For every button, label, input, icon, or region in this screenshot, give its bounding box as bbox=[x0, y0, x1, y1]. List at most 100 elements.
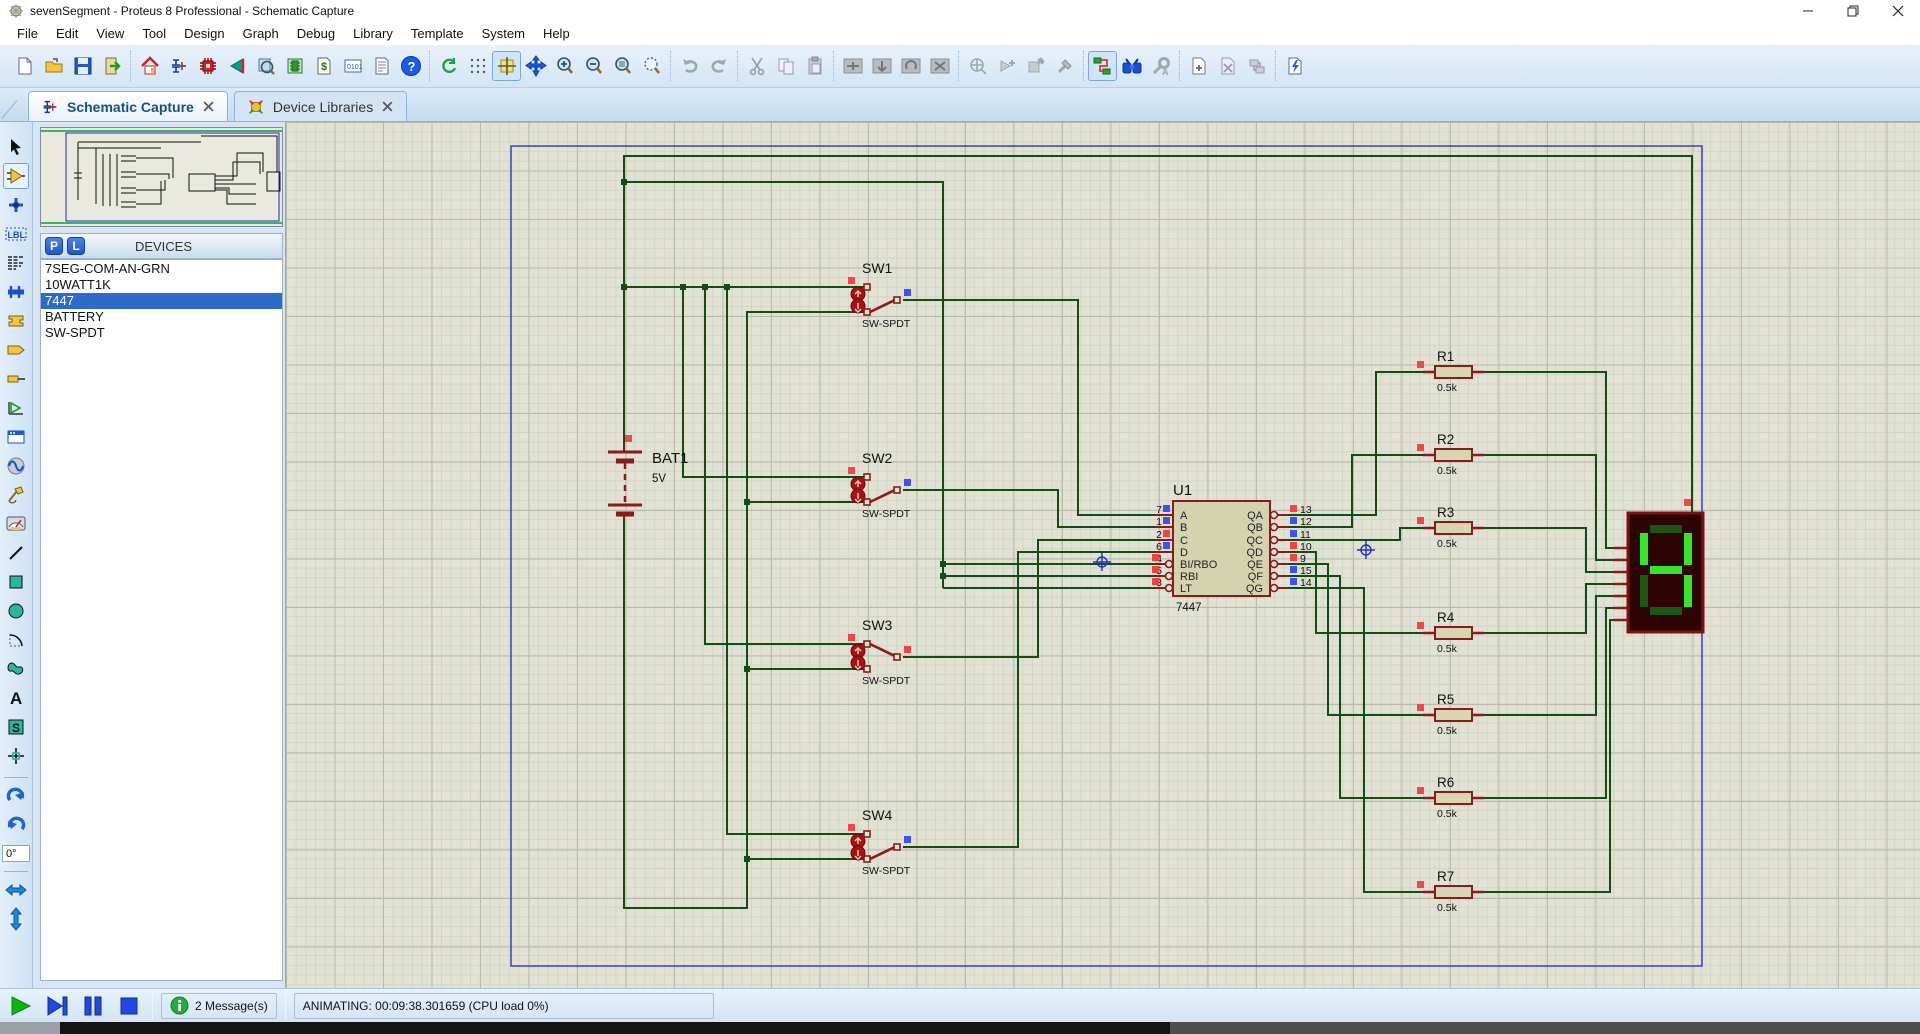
resistor-r4[interactable]: R4 0.5k bbox=[1417, 610, 1484, 655]
menu-help[interactable]: Help bbox=[534, 23, 579, 44]
exchange-sheet-icon[interactable] bbox=[1242, 51, 1271, 81]
switch-sw3[interactable]: SW3 SW-SPDT bbox=[848, 617, 911, 687]
gerber-viewer-icon[interactable] bbox=[251, 51, 280, 81]
remove-sheet-icon[interactable] bbox=[1213, 51, 1242, 81]
restore-button[interactable] bbox=[1830, 0, 1875, 22]
2d-line-mode-icon[interactable] bbox=[3, 540, 29, 566]
resistor-r7[interactable]: R7 0.5k bbox=[1417, 869, 1484, 914]
device-list-item[interactable]: 7SEG-COM-AN-GRN bbox=[41, 261, 282, 277]
decompose-icon[interactable] bbox=[1050, 51, 1079, 81]
tab-close-icon[interactable] bbox=[202, 100, 215, 113]
2d-symbol-mode-icon[interactable]: S bbox=[3, 714, 29, 740]
zoom-out-icon[interactable] bbox=[579, 51, 608, 81]
library-manager-button[interactable]: L bbox=[67, 237, 85, 255]
schematic-capture-icon[interactable] bbox=[164, 51, 193, 81]
graph-mode-icon[interactable] bbox=[3, 395, 29, 421]
resistor-r6[interactable]: R6 0.5k bbox=[1417, 775, 1484, 820]
search-tag-icon[interactable] bbox=[1117, 51, 1146, 81]
menu-graph[interactable]: Graph bbox=[234, 23, 288, 44]
menu-tool[interactable]: Tool bbox=[133, 23, 175, 44]
block-delete-icon[interactable] bbox=[925, 51, 954, 81]
component-mode-icon[interactable] bbox=[3, 163, 29, 189]
open-project-icon[interactable] bbox=[39, 51, 68, 81]
device-list-item[interactable]: SW-SPDT bbox=[41, 325, 282, 341]
generator-mode-icon[interactable] bbox=[3, 453, 29, 479]
pick-device-button[interactable]: P bbox=[45, 237, 63, 255]
stop-button[interactable] bbox=[114, 993, 144, 1019]
switch-sw4[interactable]: SW4 SW-SPDT bbox=[848, 807, 911, 877]
tab-close-icon[interactable] bbox=[381, 100, 394, 113]
pan-icon[interactable] bbox=[521, 51, 550, 81]
origin-icon[interactable] bbox=[492, 51, 521, 81]
play-button[interactable] bbox=[6, 993, 36, 1019]
terminal-mode-icon[interactable] bbox=[3, 337, 29, 363]
2d-text-mode-icon[interactable]: A bbox=[3, 685, 29, 711]
save-project-icon[interactable] bbox=[68, 51, 97, 81]
resistor-r3[interactable]: R3 0.5k bbox=[1417, 505, 1484, 550]
tab-device-libraries[interactable]: Device Libraries bbox=[234, 91, 407, 121]
help-icon[interactable]: ? bbox=[396, 51, 425, 81]
battery-bat1[interactable]: BAT1 5V bbox=[608, 435, 688, 520]
device-list-item[interactable]: BATTERY bbox=[41, 309, 282, 325]
overview-minimap[interactable] bbox=[40, 127, 283, 227]
resistor-r5[interactable]: R5 0.5k bbox=[1417, 692, 1484, 737]
menu-edit[interactable]: Edit bbox=[47, 23, 87, 44]
undo-icon[interactable] bbox=[675, 51, 704, 81]
zoom-area-icon[interactable] bbox=[608, 51, 637, 81]
selection-mode-icon[interactable] bbox=[3, 134, 29, 160]
block-copy-icon[interactable] bbox=[838, 51, 867, 81]
block-move-icon[interactable] bbox=[867, 51, 896, 81]
rotate-ccw-icon[interactable] bbox=[3, 812, 29, 838]
source-code-icon[interactable]: 0101 bbox=[338, 51, 367, 81]
make-device-icon[interactable] bbox=[992, 51, 1021, 81]
bill-of-materials-icon[interactable]: $ bbox=[309, 51, 338, 81]
resistor-r1[interactable]: R1 0.5k bbox=[1417, 349, 1484, 394]
home-icon[interactable] bbox=[135, 51, 164, 81]
electrical-rule-check-icon[interactable] bbox=[1280, 51, 1309, 81]
rotation-angle-input[interactable] bbox=[2, 845, 30, 862]
voltage-probe-mode-icon[interactable] bbox=[3, 482, 29, 508]
new-file-icon[interactable] bbox=[10, 51, 39, 81]
current-probe-mode-icon[interactable] bbox=[3, 511, 29, 537]
device-list-item[interactable]: 10WATT1K bbox=[41, 277, 282, 293]
switch-sw2[interactable]: SW2 SW-SPDT bbox=[848, 450, 911, 520]
tab-schematic-capture[interactable]: Schematic Capture bbox=[28, 91, 228, 121]
ic-u1-7447[interactable]: U1 7447 A bbox=[1152, 482, 1312, 614]
step-button[interactable] bbox=[42, 993, 72, 1019]
active-popup-mode-icon[interactable] bbox=[3, 424, 29, 450]
device-list-item-selected[interactable]: 7447 bbox=[41, 293, 282, 309]
toggle-grid-icon[interactable] bbox=[463, 51, 492, 81]
design-explorer-icon[interactable] bbox=[280, 51, 309, 81]
block-rotate-icon[interactable] bbox=[896, 51, 925, 81]
rotate-cw-icon[interactable] bbox=[3, 783, 29, 809]
mirror-vertical-icon[interactable] bbox=[3, 906, 29, 932]
2d-box-mode-icon[interactable] bbox=[3, 569, 29, 595]
pcb-layout-icon[interactable] bbox=[193, 51, 222, 81]
redraw-icon[interactable] bbox=[434, 51, 463, 81]
2d-path-mode-icon[interactable] bbox=[3, 656, 29, 682]
paste-icon[interactable] bbox=[800, 51, 829, 81]
2d-marker-mode-icon[interactable] bbox=[3, 743, 29, 769]
import-project-icon[interactable] bbox=[97, 51, 126, 81]
copy-icon[interactable] bbox=[771, 51, 800, 81]
junction-dot-mode-icon[interactable] bbox=[3, 192, 29, 218]
packaging-tool-icon[interactable] bbox=[1021, 51, 1050, 81]
resistor-r2[interactable]: R2 0.5k bbox=[1417, 432, 1484, 477]
wire-autorouter-icon[interactable] bbox=[1088, 51, 1117, 81]
redo-icon[interactable] bbox=[704, 51, 733, 81]
pick-parts-icon[interactable] bbox=[963, 51, 992, 81]
property-assignment-icon[interactable]: A bbox=[1146, 51, 1175, 81]
text-script-mode-icon[interactable] bbox=[3, 250, 29, 276]
menu-template[interactable]: Template bbox=[402, 23, 473, 44]
simulation-log-icon[interactable] bbox=[367, 51, 396, 81]
seven-segment-display[interactable] bbox=[1614, 499, 1703, 632]
menu-library[interactable]: Library bbox=[344, 23, 402, 44]
new-sheet-icon[interactable] bbox=[1184, 51, 1213, 81]
cut-icon[interactable] bbox=[742, 51, 771, 81]
menu-system[interactable]: System bbox=[473, 23, 534, 44]
device-pin-mode-icon[interactable] bbox=[3, 366, 29, 392]
menu-debug[interactable]: Debug bbox=[288, 23, 344, 44]
message-panel[interactable]: 2 Message(s) bbox=[161, 993, 277, 1019]
menu-view[interactable]: View bbox=[87, 23, 133, 44]
pause-button[interactable] bbox=[78, 993, 108, 1019]
